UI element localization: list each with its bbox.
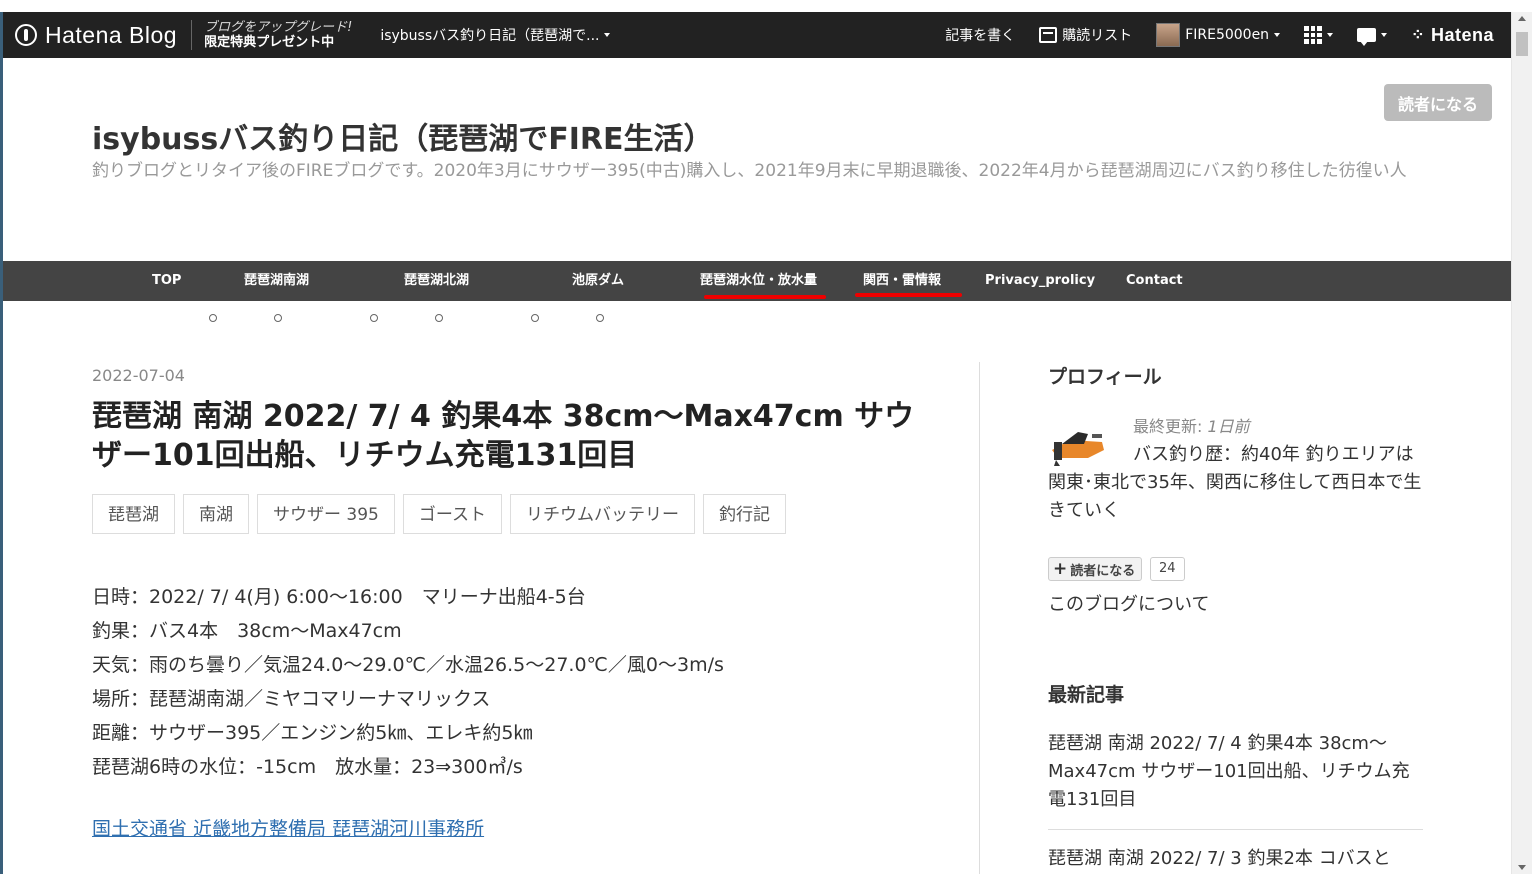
blog-switcher[interactable]: isybussバス釣り日記（琵琶湖で... (380, 25, 611, 45)
entry-line-place: 場所：琵琶湖南湖／ミヤコマリーナマリックス (92, 688, 491, 710)
list-bullet (274, 314, 282, 322)
hatena-logo-icon (15, 24, 37, 46)
apps-menu[interactable] (1304, 26, 1334, 44)
chevron-down-icon (1381, 33, 1388, 37)
chevron-down-icon (604, 33, 611, 37)
category-tag[interactable]: ゴースト (402, 494, 503, 534)
global-header: Hatena Blog ブログをアップグレード! 限定特典プレゼント中 isyb… (3, 12, 1512, 58)
category-tag[interactable]: 釣行記 (703, 494, 787, 534)
list-bullet (209, 314, 217, 322)
notifications-menu[interactable] (1357, 28, 1388, 46)
blog-switcher-label: isybussバス釣り日記（琵琶湖で... (380, 28, 600, 44)
nav-item-south-lake[interactable]: 琵琶湖南湖 (244, 261, 309, 301)
entry-line-distance: 距離：サウザー395／エンジン約5㎞、エレキ約5㎞ (92, 722, 533, 744)
profile-updated: 最終更新: 1日前 (1133, 413, 1250, 437)
sidebar-subscribe-button[interactable]: + 読者になる (1048, 557, 1143, 581)
nav-highlight-underline (855, 293, 962, 297)
avatar (1156, 23, 1181, 47)
recent-divider (1048, 829, 1423, 830)
hatena-label: Hatena (1430, 24, 1494, 45)
river-office-link[interactable]: 国土交通省 近畿地方整備局 琵琶湖河川事務所 (92, 814, 484, 841)
entry-line-catch: 釣果：バス4本 38cm〜Max47cm (92, 620, 402, 642)
scroll-down-arrow-icon[interactable] (1518, 865, 1526, 870)
hatena-dots-icon: ⁘ (1411, 27, 1425, 44)
list-bullet (370, 314, 378, 322)
list-bullet (435, 314, 443, 322)
chevron-down-icon (1274, 33, 1281, 37)
entry-line-water-level: 琵琶湖6時の水位：-15cm 放水量：23⇒300㎥/s (92, 756, 523, 778)
apps-grid-icon (1304, 26, 1323, 44)
recent-entries-heading: 最新記事 (1048, 684, 1125, 706)
entry-line-datetime: 日時：2022/ 7/ 4(月) 6:00〜16:00 マリーナ出船4-5台 (92, 586, 586, 608)
profile-heading: プロフィール (1048, 366, 1162, 388)
list-bullet (596, 314, 604, 322)
updated-label: 最終更新: (1133, 417, 1208, 436)
list-bullet (531, 314, 539, 322)
upgrade-line1: ブログをアップグレード! (204, 20, 353, 35)
blog-title[interactable]: isybussバス釣り日記（琵琶湖でFIRE生活） (92, 114, 714, 158)
subscriptions-label: 購読リスト (1062, 28, 1133, 44)
about-blog-link[interactable]: このブログについて (1048, 590, 1209, 616)
category-tag[interactable]: サウザー 395 (257, 494, 395, 534)
content-divider (979, 362, 980, 874)
nav-item-contact[interactable]: Contact (1126, 261, 1183, 301)
user-name: FIRE5000en (1185, 27, 1270, 43)
brand-link[interactable]: Hatena Blog (15, 22, 177, 49)
window-top-strip (0, 0, 1532, 12)
blog-description: 釣りブログとリタイア後のFIREブログです。2020年3月にサウザー395(中古… (92, 161, 1407, 181)
scroll-up-arrow-icon[interactable] (1518, 16, 1526, 21)
category-tag[interactable]: 南湖 (183, 494, 249, 534)
nav-item-north-lake[interactable]: 琵琶湖北湖 (404, 261, 469, 301)
user-menu[interactable]: FIRE5000en (1156, 23, 1281, 47)
plus-icon: + (1053, 559, 1068, 579)
page-scrollbar[interactable] (1511, 12, 1532, 874)
recent-entry-link[interactable]: 琵琶湖 南湖 2022/ 7/ 3 釣果2本 コバスと (1048, 845, 1423, 873)
nav-item-privacy[interactable]: Privacy_prolicy (985, 261, 1095, 301)
nav-highlight-underline (704, 295, 826, 299)
updated-value: 1日前 (1207, 417, 1250, 436)
entry-line-weather: 天気：雨のち曇り／気温24.0〜29.0℃／水温26.5〜27.0℃／風0〜3m… (92, 654, 724, 676)
entry-body: 日時：2022/ 7/ 4(月) 6:00〜16:00 マリーナ出船4-5台 釣… (92, 580, 724, 784)
brand-name: Hatena Blog (45, 21, 178, 48)
header-actions: 記事を書く 購読リスト FIRE5000en ⁘ Hatena (921, 23, 1512, 47)
subscribe-button[interactable]: 読者になる (1384, 84, 1492, 121)
nav-item-top[interactable]: TOP (152, 261, 181, 301)
category-tag[interactable]: リチウムバッテリー (510, 494, 696, 534)
subscribe-label: 読者になる (1070, 563, 1136, 579)
scroll-thumb[interactable] (1516, 32, 1528, 56)
profile-text: バス釣り歴：約40年 釣りエリアは関東･東北で35年、関西に移住して西日本で生き… (1048, 444, 1422, 521)
chat-bubble-icon (1357, 28, 1377, 46)
subscriptions-link[interactable]: 購読リスト (1039, 25, 1132, 45)
entry-title[interactable]: 琵琶湖 南湖 2022/ 7/ 4 釣果4本 38cm〜Max47cm サウザー… (92, 397, 922, 475)
nav-item-ikehara-dam[interactable]: 池原ダム (572, 261, 624, 301)
subscriber-count[interactable]: 24 (1150, 557, 1185, 581)
write-entry-link[interactable]: 記事を書く (945, 25, 1015, 45)
category-tag[interactable]: 琵琶湖 (92, 494, 175, 534)
entry-date[interactable]: 2022-07-04 (92, 366, 185, 385)
chevron-down-icon (1327, 33, 1334, 37)
upgrade-banner[interactable]: ブログをアップグレード! 限定特典プレゼント中 (191, 20, 352, 50)
entry-categories: 琵琶湖 南湖 サウザー 395 ゴースト リチウムバッテリー 釣行記 (92, 494, 794, 534)
upgrade-line2: 限定特典プレゼント中 (204, 35, 335, 50)
recent-entry-link[interactable]: 琵琶湖 南湖 2022/ 7/ 4 釣果4本 38cm〜Max47cm サウザー… (1048, 730, 1423, 814)
hatena-home-link[interactable]: ⁘ Hatena (1411, 25, 1494, 46)
window-left-edge (0, 12, 3, 874)
envelope-icon (1039, 27, 1058, 43)
